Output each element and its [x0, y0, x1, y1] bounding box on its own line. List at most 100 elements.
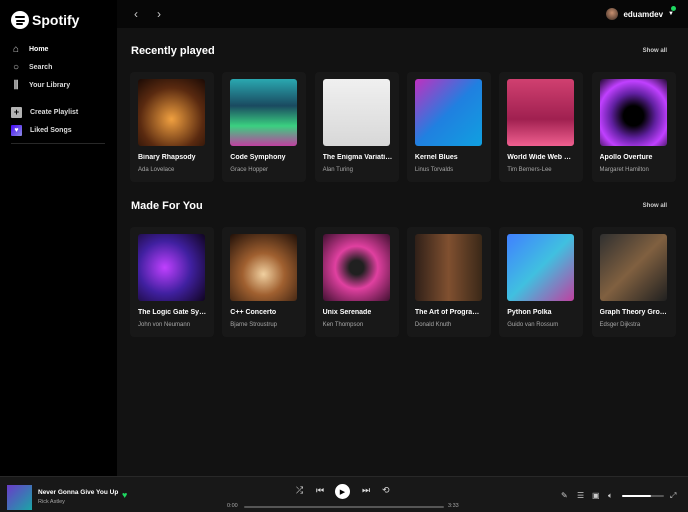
album-artist: Bjarne Stroustrup [230, 322, 277, 328]
album-card[interactable]: Binary Rhapsody Ada Lovelace [130, 72, 214, 182]
album-artist: John von Neumann [138, 322, 191, 328]
player-bar: Never Gonna Give You Up Rick Astley ♥ ⤮ … [0, 476, 688, 512]
sidebar-item-liked-songs[interactable]: ♥ Liked Songs [11, 125, 72, 136]
library-icon: ⫼ [13, 79, 19, 91]
elapsed-time: 0:00 [227, 503, 238, 509]
show-all-link[interactable]: Show all [643, 203, 667, 209]
album-card[interactable]: Code Symphony Grace Hopper [222, 72, 307, 182]
album-artist: Ada Lovelace [138, 167, 175, 173]
album-card[interactable]: Python Polka Guido van Rossum [499, 227, 584, 337]
album-title: Binary Rhapsody [138, 154, 196, 161]
devices-icon[interactable]: ▣ [592, 491, 600, 500]
home-icon: ⌂ [12, 43, 20, 55]
sidebar-item-create-playlist[interactable]: + Create Playlist [11, 107, 78, 118]
album-artist: Grace Hopper [230, 167, 268, 173]
repeat-icon[interactable]: ⟲ [382, 485, 390, 496]
main-content: Recently played Show all Binary Rhapsody Ad… [117, 28, 688, 476]
user-menu[interactable]: eduamdev ▼ [606, 8, 674, 20]
sidebar: Spotify ⌂ Home ○ Search ⫼ Your Library + Cre… [0, 0, 117, 476]
chevron-down-icon: ▼ [668, 11, 674, 17]
album-card[interactable]: Apollo Overture Margaret Hamilton [591, 72, 676, 182]
sidebar-item-library[interactable]: ⫼ Your Library [11, 79, 71, 91]
album-cover [322, 79, 390, 146]
album-title: The Enigma Variations [322, 154, 393, 161]
notification-dot [671, 6, 676, 11]
show-all-link[interactable]: Show all [643, 48, 667, 54]
album-card[interactable]: World Wide Web Waltz Tim Berners-Lee [499, 72, 584, 182]
album-cover [138, 79, 205, 146]
album-card[interactable]: The Enigma Variations Alan Turing [314, 72, 399, 182]
queue-icon[interactable]: ☰ [577, 491, 584, 500]
album-cover [138, 234, 205, 301]
search-icon: ○ [12, 61, 20, 73]
album-cover [230, 234, 298, 301]
volume-slider[interactable] [622, 495, 664, 497]
album-artist: Linus Torvalds [414, 167, 454, 173]
section-title: Recently played [131, 45, 215, 57]
label: Create Playlist [30, 109, 79, 116]
album-title: Unix Serenade [322, 309, 372, 316]
album-title: C++ Concerto [230, 309, 277, 316]
album-title: Code Symphony [230, 154, 286, 161]
avatar [606, 8, 619, 20]
album-artist: Edsger Dijkstra [599, 322, 641, 328]
fullscreen-icon[interactable]: ⤢ [670, 491, 676, 501]
username: eduamdev [623, 9, 664, 19]
album-title: Python Polka [507, 309, 552, 316]
label: Home [29, 45, 49, 53]
sidebar-item-search[interactable]: ○ Search [11, 61, 53, 73]
divider [11, 143, 105, 144]
next-icon[interactable]: ⏭ [362, 485, 370, 496]
label: Your Library [29, 81, 71, 89]
section-title: Made For You [131, 200, 203, 212]
logo-text: Spotify [32, 12, 80, 28]
shuffle-icon[interactable]: ⤮ [296, 485, 303, 496]
heart-icon: ♥ [11, 125, 22, 136]
spotify-logo-icon [11, 11, 29, 29]
album-artist: Tim Berners-Lee [507, 167, 552, 173]
album-cover [599, 234, 667, 301]
label: Search [29, 63, 53, 71]
album-card[interactable]: The Art of Programming Donald Knuth [406, 227, 491, 337]
album-card[interactable]: The Logic Gate Symphony John von Neumann [130, 227, 214, 337]
progress-bar[interactable] [244, 506, 444, 508]
album-title: The Logic Gate Symphony [138, 309, 208, 316]
album-card[interactable]: Graph Theory Groove Edsger Dijkstra [591, 227, 676, 337]
track-artist[interactable]: Rick Astley [38, 499, 65, 505]
play-icon: ▶ [339, 488, 346, 496]
play-button[interactable]: ▶ [335, 484, 350, 499]
album-cover [507, 234, 575, 301]
spotify-logo[interactable]: Spotify [11, 11, 79, 29]
album-card[interactable]: C++ Concerto Bjarne Stroustrup [222, 227, 307, 337]
volume-icon[interactable]: 🔈︎ [608, 491, 613, 501]
track-title[interactable]: Never Gonna Give You Up [38, 489, 118, 496]
volume-fill [622, 495, 652, 497]
album-title: Kernel Blues [414, 154, 458, 161]
like-heart-icon[interactable]: ♥ [122, 490, 127, 500]
album-cover [599, 79, 667, 146]
album-cover [507, 79, 575, 146]
album-artist: Margaret Hamilton [599, 167, 649, 173]
album-title: The Art of Programming [414, 309, 485, 316]
album-artist: Alan Turing [322, 167, 353, 173]
album-artist: Donald Knuth [414, 322, 452, 328]
back-button[interactable]: ‹ [134, 7, 138, 21]
top-bar: ‹ › eduamdev ▼ [117, 0, 688, 28]
duration: 3:33 [448, 503, 459, 509]
album-card[interactable]: Unix Serenade Ken Thompson [314, 227, 399, 337]
previous-icon[interactable]: ⏮ [316, 485, 324, 496]
album-cover [414, 79, 482, 146]
plus-icon: + [11, 107, 22, 118]
album-cover [322, 234, 390, 301]
album-artist: Guido van Rossum [507, 322, 559, 328]
album-card[interactable]: Kernel Blues Linus Torvalds [406, 72, 491, 182]
album-cover [230, 79, 298, 146]
album-cover [414, 234, 482, 301]
album-title: World Wide Web Waltz [507, 154, 578, 161]
lyrics-icon[interactable]: ✎ [561, 491, 568, 500]
now-playing-cover[interactable] [7, 485, 32, 510]
label: Liked Songs [30, 127, 72, 134]
sidebar-item-home[interactable]: ⌂ Home [11, 43, 49, 55]
album-title: Graph Theory Groove [599, 309, 670, 316]
forward-button[interactable]: › [157, 7, 161, 21]
